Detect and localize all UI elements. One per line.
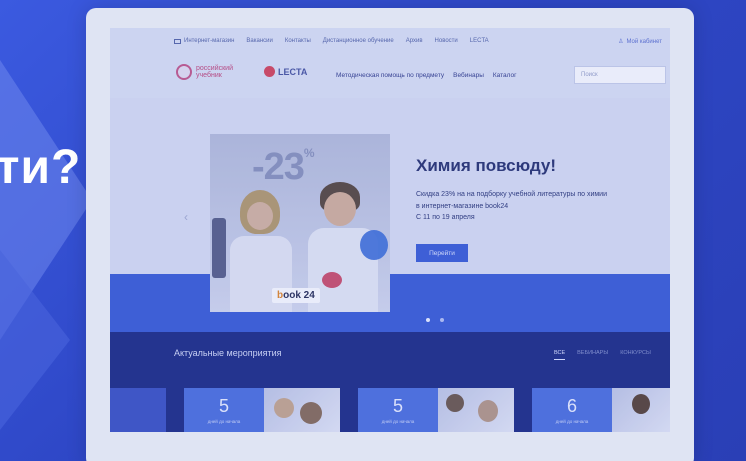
- slider-dots: [426, 318, 444, 322]
- lecta-logo-icon: [264, 66, 275, 77]
- event-card[interactable]: 5 дней до начала: [358, 388, 514, 432]
- microscope-image: [212, 218, 226, 278]
- days-count: 6: [566, 396, 577, 416]
- hero-description: Скидка 23% на на подборку учебной литера…: [416, 191, 608, 221]
- event-image: [612, 388, 670, 432]
- main-nav: Методическая помощь по предмету Вебинары…: [336, 72, 517, 79]
- events-title: Актуальные мероприятия: [174, 348, 282, 358]
- nav-item-catalog[interactable]: Каталог: [493, 72, 517, 79]
- search-input[interactable]: Поиск: [574, 66, 666, 84]
- event-card[interactable]: 5 дней до начала: [184, 388, 340, 432]
- hero-go-button[interactable]: Перейти: [416, 244, 468, 262]
- site-header: российский учебник LECTA Методическая по…: [110, 58, 670, 92]
- logo-text-line: российский: [196, 65, 233, 72]
- logo-icon: [176, 64, 192, 80]
- slider-dot[interactable]: [440, 318, 444, 322]
- topbar-item-contacts[interactable]: Контакты: [285, 38, 311, 44]
- tab-webinars[interactable]: ВЕБИНАРЫ: [577, 350, 608, 360]
- event-card-partial[interactable]: [110, 388, 166, 432]
- slider-dot[interactable]: [426, 318, 430, 322]
- book24-logo: book 24: [272, 288, 320, 303]
- discount-text: -23%: [252, 146, 315, 188]
- topbar-item-news[interactable]: Новости: [435, 38, 458, 44]
- event-card[interactable]: 6 дней до начала: [532, 388, 670, 432]
- days-caption: дней до начала: [381, 419, 415, 424]
- background-headline: ти?: [0, 141, 82, 194]
- topbar-item-shop[interactable]: Интернет-магазин: [174, 38, 234, 44]
- tab-all[interactable]: ВСЕ: [554, 350, 566, 360]
- tab-contests[interactable]: КОНКУРСЫ: [620, 350, 651, 360]
- top-bar: Интернет-магазин Вакансии Контакты Диста…: [110, 28, 670, 54]
- logo-text-line: учебник: [196, 72, 222, 79]
- days-caption: дней до начала: [207, 419, 241, 424]
- hero-slider: ‹ -23% book 24 Химия повсюду! Скидка 23%…: [110, 98, 670, 332]
- topbar-item-archive[interactable]: Архив: [406, 38, 423, 44]
- logo-lecta[interactable]: LECTA: [264, 66, 307, 77]
- promo-image: -23% book 24: [210, 134, 390, 312]
- background-shape: [0, 250, 70, 430]
- event-image: [264, 388, 340, 432]
- nav-item-webinars[interactable]: Вебинары: [453, 72, 484, 79]
- days-caption: дней до начала: [555, 419, 589, 424]
- event-image: [438, 388, 514, 432]
- hero-title: Химия повсюду!: [416, 156, 557, 175]
- hero-blue-band: [110, 274, 670, 332]
- mail-icon: [174, 38, 181, 44]
- nav-item-methodical-help[interactable]: Методическая помощь по предмету: [336, 72, 444, 79]
- chevron-left-icon[interactable]: ‹: [184, 210, 188, 224]
- events-section: Актуальные мероприятия ВСЕ ВЕБИНАРЫ КОНК…: [110, 332, 670, 432]
- days-count: 5: [218, 396, 229, 416]
- flask-image: [322, 272, 342, 288]
- website-screenshot: Интернет-магазин Вакансии Контакты Диста…: [110, 28, 670, 432]
- topbar-item-distance[interactable]: Дистанционное обучение: [323, 38, 394, 44]
- topbar-item-vacancies[interactable]: Вакансии: [246, 38, 272, 44]
- events-tabs: ВСЕ ВЕБИНАРЫ КОНКУРСЫ: [554, 350, 651, 360]
- topbar-item-lecta[interactable]: LECTA: [470, 38, 489, 44]
- logo-rossiyskiy-uchebnik[interactable]: российский учебник: [176, 64, 233, 80]
- account-link[interactable]: ♙ Мой кабинет: [618, 38, 662, 46]
- days-count: 5: [392, 396, 403, 416]
- user-icon: ♙: [618, 39, 624, 45]
- flask-image: [360, 230, 388, 260]
